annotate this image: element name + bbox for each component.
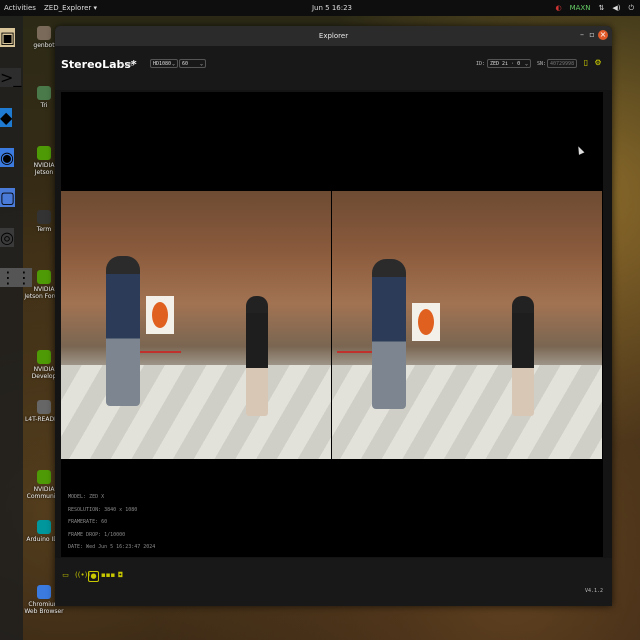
serial-number-value: 40729998 bbox=[550, 61, 575, 67]
desktop-launcher-icon[interactable] bbox=[37, 86, 51, 100]
depth-icon[interactable]: ▪▪▪ bbox=[101, 571, 115, 580]
desktop-launcher-icon[interactable] bbox=[37, 146, 51, 160]
vscode-icon[interactable]: ◆ bbox=[0, 108, 13, 127]
desktop-launcher-icon[interactable] bbox=[37, 470, 51, 484]
resolution-value: HD1080 bbox=[153, 61, 172, 67]
person-figure bbox=[512, 296, 534, 416]
maximize-icon[interactable]: ▫ bbox=[587, 30, 597, 40]
desktop-launcher-icon[interactable] bbox=[37, 400, 51, 414]
activities-button[interactable]: Activities bbox=[4, 4, 36, 12]
person-figure bbox=[106, 256, 140, 406]
info-model: MODEL: ZED X bbox=[68, 494, 105, 500]
person-figure bbox=[246, 296, 268, 416]
chevron-down-icon: ⌄ bbox=[199, 61, 203, 67]
network-icon[interactable]: ⇅ bbox=[598, 4, 604, 12]
chromium-icon[interactable]: ◉ bbox=[0, 148, 14, 167]
app-grid-icon[interactable]: ⋮⋮ bbox=[0, 268, 32, 287]
window-title: Explorer bbox=[318, 32, 349, 40]
info-date: DATE: Wed Jun 5 16:23:47 2024 bbox=[68, 544, 156, 550]
fps-value: 60 bbox=[182, 61, 189, 67]
folder-icon[interactable]: ▭ bbox=[61, 571, 70, 580]
power-icon[interactable]: ⏻ bbox=[628, 4, 634, 13]
clock[interactable]: Jun 5 16:23 bbox=[305, 4, 359, 12]
snapshot-icon[interactable]: ◘ bbox=[116, 571, 125, 580]
settings-gear-icon[interactable]: ⚙ bbox=[593, 58, 603, 68]
right-camera-feed bbox=[332, 191, 602, 459]
desktop-launcher-icon[interactable] bbox=[37, 26, 51, 40]
window-titlebar[interactable]: Explorer – ▫ × bbox=[55, 26, 612, 46]
left-camera-feed bbox=[61, 191, 331, 459]
top-panel: Activities ZED_Explorer ▾ Jun 5 16:23 ◐ … bbox=[0, 0, 640, 16]
live-label: LIVE bbox=[122, 62, 135, 68]
desktop-launcher-icon[interactable] bbox=[37, 270, 51, 284]
power-mode-label[interactable]: MAXN bbox=[570, 4, 591, 12]
id-label: ID: bbox=[476, 61, 486, 67]
info-framerate: FRAMERATE: 60 bbox=[68, 519, 108, 525]
desktop-launcher-icon[interactable] bbox=[37, 520, 51, 534]
app-menu[interactable]: ZED_Explorer ▾ bbox=[44, 4, 97, 12]
resolution-select[interactable]: HD1080 ⌄ bbox=[150, 59, 178, 68]
close-icon[interactable]: × bbox=[598, 30, 608, 40]
desktop-launcher-icon[interactable] bbox=[37, 350, 51, 364]
chevron-down-icon: ⌄ bbox=[524, 61, 528, 67]
serial-number-field: 40729998 bbox=[547, 59, 577, 68]
stream-icon[interactable]: ((•)) bbox=[75, 571, 90, 580]
minimize-icon[interactable]: – bbox=[577, 30, 587, 40]
camera-viewer[interactable]: MODEL: ZED X RESOLUTION: 3840 x 1080 FRA… bbox=[61, 92, 603, 557]
terminal-icon[interactable]: >_ bbox=[0, 68, 22, 87]
system-tray[interactable]: ◐ MAXN ⇅ ◀) ⏻ bbox=[555, 4, 634, 13]
explorer-toolbar: StereoLabs* LIVE HD1080 ⌄ 60 ⌄ ID: ZED 2i … bbox=[55, 46, 612, 90]
screenshot-icon[interactable]: ▢ bbox=[0, 188, 16, 207]
version-label: V4.1.2 bbox=[584, 588, 603, 594]
camera-id-select[interactable]: ZED 2i · 0 ⌄ bbox=[487, 59, 531, 68]
volume-icon[interactable]: ◀) bbox=[612, 4, 620, 12]
camera-id-value: ZED 2i · 0 bbox=[490, 61, 521, 67]
obs-icon[interactable]: ◎ bbox=[0, 228, 14, 247]
desktop-launcher-icon[interactable] bbox=[37, 585, 51, 599]
info-resolution: RESOLUTION: 3840 x 1080 bbox=[68, 506, 138, 513]
nvidia-icon[interactable]: ◐ bbox=[555, 4, 561, 12]
poster-image bbox=[146, 296, 174, 334]
desktop-launcher-icon[interactable] bbox=[37, 210, 51, 224]
bottom-toolbar: ▭ ((•)) ● ▪▪▪ ◘ V4.1.2 bbox=[55, 558, 612, 606]
camera-info-overlay: MODEL: ZED X RESOLUTION: 3840 x 1080 FRA… bbox=[68, 491, 155, 554]
person-figure bbox=[372, 259, 406, 409]
info-frame-drop: FRAME DROP: 1/10000 bbox=[68, 531, 126, 538]
files-icon[interactable]: ▣ bbox=[0, 28, 16, 47]
record-icon[interactable]: ● bbox=[88, 571, 99, 582]
poster-image bbox=[412, 303, 440, 341]
chevron-down-icon: ⌄ bbox=[171, 61, 175, 67]
sn-label: SN: bbox=[537, 61, 547, 67]
explorer-window: Explorer – ▫ × StereoLabs* LIVE HD1080 ⌄ … bbox=[55, 26, 612, 606]
fps-select[interactable]: 60 ⌄ bbox=[179, 59, 206, 68]
camera-refresh-icon[interactable]: ▯ bbox=[581, 58, 591, 68]
